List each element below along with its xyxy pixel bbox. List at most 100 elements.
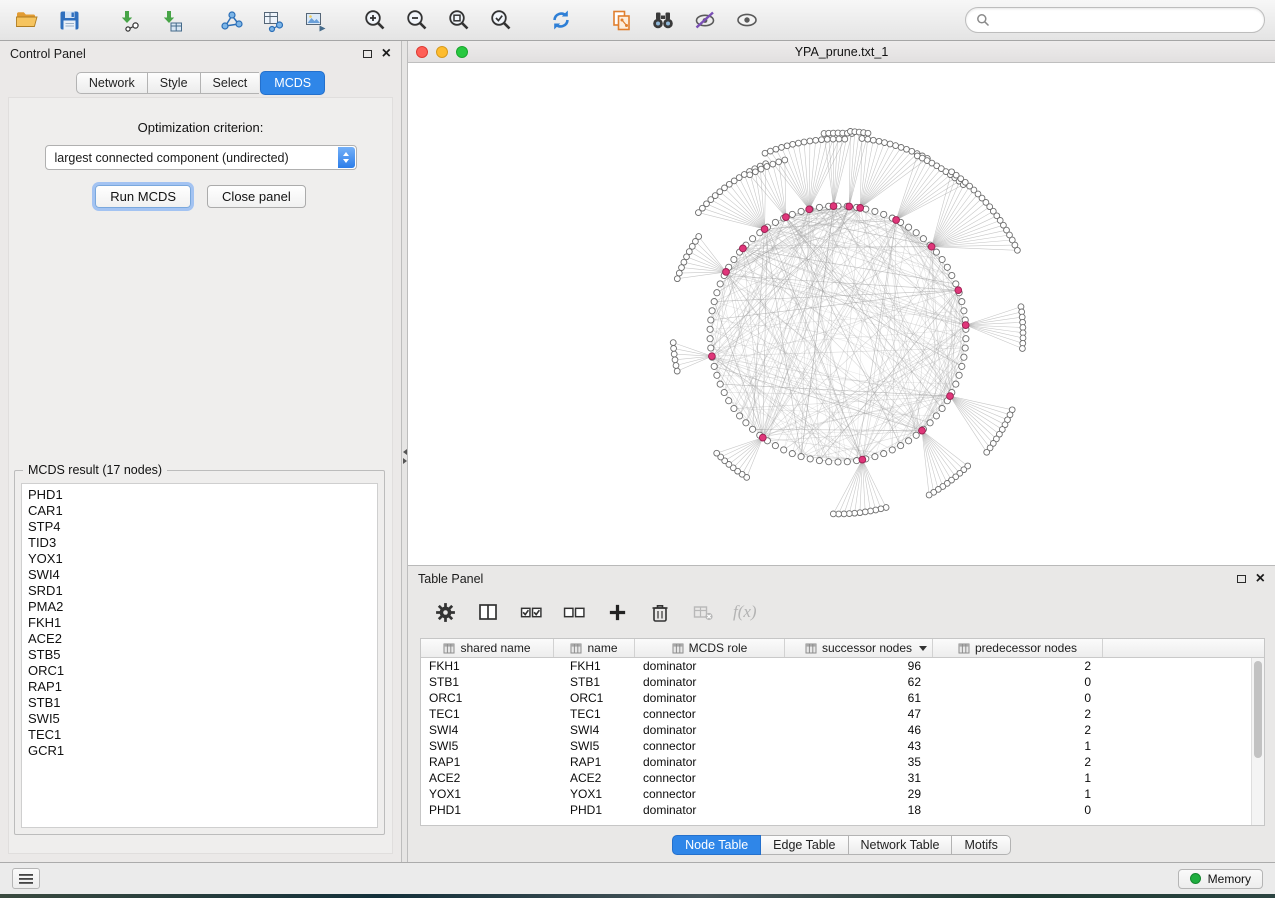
network-graph[interactable] [408,63,1275,565]
zoom-fit-button[interactable] [442,4,476,36]
table-row[interactable]: YOX1YOX1connector291 [421,786,1251,802]
plus-icon [607,602,628,623]
mcds-result-item[interactable]: RAP1 [28,679,377,695]
mcds-result-item[interactable]: SRD1 [28,583,377,599]
export-image-button[interactable] [298,4,332,36]
column-settings-button[interactable] [432,599,458,625]
search-input[interactable] [996,13,1254,27]
tab-select[interactable]: Select [200,72,260,94]
column-header-successor-nodes[interactable]: successor nodes [785,639,933,657]
float-panel-icon[interactable] [363,50,372,58]
tab-network[interactable]: Network [76,72,147,94]
network-window-titlebar: YPA_prune.txt_1 [408,41,1275,63]
gear-icon [434,601,457,624]
copy-network-button[interactable] [604,4,638,36]
save-floppy-icon [57,8,82,33]
tab-style[interactable]: Style [147,72,200,94]
table-cell: FKH1 [421,658,554,674]
mcds-result-item[interactable]: SWI5 [28,711,377,727]
close-panel-button[interactable]: Close panel [207,185,306,208]
import-network-button[interactable] [112,4,146,36]
table-row[interactable]: SWI4SWI4dominator462 [421,722,1251,738]
table-cell: dominator [635,674,785,690]
mcds-result-item[interactable]: GCR1 [28,743,377,759]
table-row[interactable]: STB1STB1dominator620 [421,674,1251,690]
tab-edge-table[interactable]: Edge Table [761,835,848,855]
optimization-criterion-select[interactable]: largest connected component (undirected) [45,145,357,170]
mcds-result-item[interactable]: PMA2 [28,599,377,615]
close-panel-icon[interactable]: × [382,49,391,59]
search-box[interactable] [965,7,1265,33]
tab-mcds[interactable]: MCDS [260,71,325,95]
mcds-result-item[interactable]: CAR1 [28,503,377,519]
column-label: successor nodes [822,641,912,655]
network-from-table-button[interactable] [256,4,290,36]
table-row[interactable]: TEC1TEC1connector472 [421,706,1251,722]
delete-table-disabled-icon [692,601,714,623]
table-panel-title: Table Panel [418,572,483,586]
mcds-result-list[interactable]: PHD1CAR1STP4TID3YOX1SWI4SRD1PMA2FKH1ACE2… [21,483,378,828]
add-column-button[interactable] [604,599,630,625]
zoom-out-button[interactable] [400,4,434,36]
column-header-mcds-role[interactable]: MCDS role [635,639,785,657]
table-cell: 0 [933,802,1103,818]
mcds-result-item[interactable]: FKH1 [28,615,377,631]
tab-node-table[interactable]: Node Table [672,835,761,855]
table-row[interactable]: FKH1FKH1dominator962 [421,658,1251,674]
show-graphics-button[interactable] [730,4,764,36]
float-table-panel-icon[interactable] [1237,575,1246,583]
close-table-panel-icon[interactable]: × [1256,574,1265,584]
network-canvas[interactable] [408,63,1275,565]
refresh-button[interactable] [544,4,578,36]
zoom-in-button[interactable] [358,4,392,36]
optimization-criterion-label: Optimization criterion: [9,120,392,135]
new-network-button[interactable] [214,4,248,36]
mcds-result-item[interactable]: STP4 [28,519,377,535]
sort-grid-icon [443,643,455,654]
column-header-predecessor-nodes[interactable]: predecessor nodes [933,639,1103,657]
panel-menu-button[interactable] [12,868,40,889]
apply-style-button[interactable] [688,4,722,36]
mcds-result-item[interactable]: YOX1 [28,551,377,567]
table-scrollbar-thumb[interactable] [1254,661,1262,758]
panel-splitter[interactable] [401,41,408,862]
table-cell: 2 [933,706,1103,722]
table-row[interactable]: ORC1ORC1dominator610 [421,690,1251,706]
table-row[interactable]: PHD1PHD1dominator180 [421,802,1251,818]
table-row[interactable]: SWI5SWI5connector431 [421,738,1251,754]
import-table-button[interactable] [154,4,188,36]
delete-column-button[interactable] [647,599,673,625]
mcds-result-item[interactable]: ORC1 [28,663,377,679]
tab-network-table[interactable]: Network Table [849,835,953,855]
memory-button[interactable]: Memory [1178,869,1263,889]
mcds-result-item[interactable]: TID3 [28,535,377,551]
mcds-result-item[interactable]: TEC1 [28,727,377,743]
run-mcds-button[interactable]: Run MCDS [95,185,191,208]
zoom-selected-button[interactable] [484,4,518,36]
table-cell: ACE2 [554,770,635,786]
mcds-result-item[interactable]: SWI4 [28,567,377,583]
column-header-name[interactable]: name [554,639,635,657]
open-file-button[interactable] [10,4,44,36]
mcds-result-item[interactable]: PHD1 [28,487,377,503]
tab-motifs[interactable]: Motifs [952,835,1010,855]
table-cell [1103,658,1251,674]
table-row[interactable]: ACE2ACE2connector311 [421,770,1251,786]
table-cell: TEC1 [554,706,635,722]
save-button[interactable] [52,4,86,36]
column-header-shared-name[interactable]: shared name [421,639,554,657]
select-all-button[interactable] [518,599,544,625]
split-column-button[interactable] [475,599,501,625]
search-network-button[interactable] [646,4,680,36]
table-cell: 29 [785,786,933,802]
mcds-result-item[interactable]: STB5 [28,647,377,663]
sort-grid-icon [805,643,817,654]
table-scrollbar[interactable] [1251,658,1264,825]
table-tabs: Node Table Edge Table Network Table Moti… [408,835,1275,855]
mcds-result-item[interactable]: ACE2 [28,631,377,647]
table-cell: 47 [785,706,933,722]
splitter-collapse-icons[interactable] [402,449,407,464]
mcds-result-item[interactable]: STB1 [28,695,377,711]
table-row[interactable]: RAP1RAP1dominator352 [421,754,1251,770]
deselect-all-button[interactable] [561,599,587,625]
